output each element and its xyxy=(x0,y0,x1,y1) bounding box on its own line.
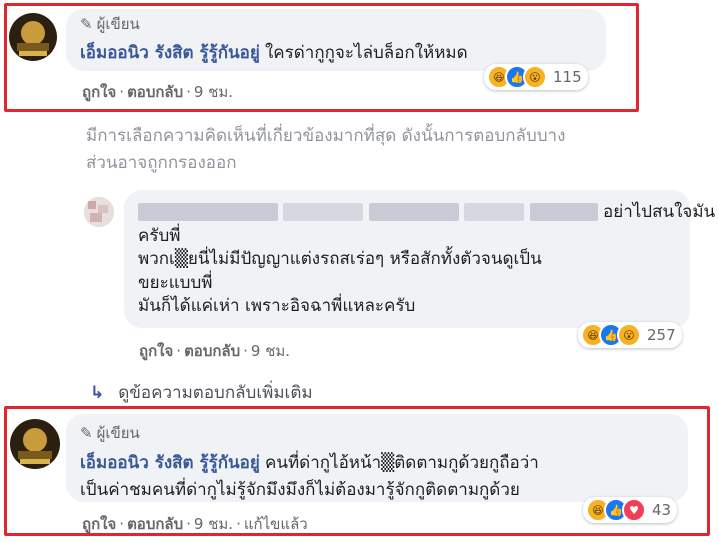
love-icon: ♥ xyxy=(622,498,646,522)
avatar[interactable] xyxy=(9,13,57,61)
reaction-summary[interactable]: 😆 👍 ♥ 43 xyxy=(583,497,678,523)
edited-label[interactable]: แก้ไขแล้ว xyxy=(244,515,308,533)
wow-icon: 😮 xyxy=(617,323,641,347)
like-link[interactable]: ถูกใจ xyxy=(82,83,116,101)
redacted-name xyxy=(138,203,278,221)
timestamp[interactable]: 9 ชม. xyxy=(194,515,233,533)
comment-actions: ถูกใจ · ตอบกลับ · 9 ชม. · แก้ไขแล้ว xyxy=(82,515,308,533)
reaction-summary[interactable]: 😆 👍 😮 257 xyxy=(578,322,682,348)
avatar[interactable] xyxy=(84,197,114,227)
reply-link[interactable]: ตอบกลับ xyxy=(184,342,240,360)
reply-link[interactable]: ตอบกลับ xyxy=(127,83,183,101)
timestamp[interactable]: 9 ชม. xyxy=(251,342,290,360)
author-badge: ✎ ผู้เขียน xyxy=(80,15,140,33)
comment-author[interactable]: เอ็มออนิว รังสิต รู้รู้กันอยู่ xyxy=(80,453,260,473)
reaction-summary[interactable]: 😆 👍 😮 115 xyxy=(484,64,588,90)
comment-text-cont: เป็นค่าชมคนที่ด่ากูไม่รู้จักมึงมึงก็ไม่ต… xyxy=(80,480,520,500)
timestamp[interactable]: 9 ชม. xyxy=(194,83,233,101)
like-link[interactable]: ถูกใจ xyxy=(139,342,173,360)
like-link[interactable]: ถูกใจ xyxy=(82,515,116,533)
reply-actions: ถูกใจ · ตอบกลับ · 9 ชม. xyxy=(139,342,291,360)
reply-arrow-icon: ↳ xyxy=(90,382,105,403)
comment-text: ใครด่ากูกูจะไล่บล็อกให้หมด xyxy=(264,43,468,63)
comment-body: เอ็มออนิว รังสิต รู้รู้กันอยู่ คนที่ด่าก… xyxy=(80,449,539,504)
comment-author[interactable]: เอ็มออนิว รังสิต รู้รู้กันอยู่ xyxy=(80,43,260,63)
reply-body: อย่าไปสนใจมัน ครับพี่ พวกเ▒ยนี่ไม่มีปัญญ… xyxy=(138,202,716,316)
wow-icon: 😮 xyxy=(523,65,547,89)
avatar[interactable] xyxy=(10,419,60,469)
pencil-icon: ✎ xyxy=(80,424,93,442)
pencil-icon: ✎ xyxy=(80,15,93,33)
comment-actions: ถูกใจ · ตอบกลับ · 9 ชม. xyxy=(82,83,234,101)
comment-body: เอ็มออนิว รังสิต รู้รู้กันอยู่ ใครด่ากูก… xyxy=(80,39,468,66)
reply-link[interactable]: ตอบกลับ xyxy=(127,515,183,533)
more-replies-link[interactable]: ↳ ดูข้อความตอบกลับเพิ่มเติม xyxy=(90,379,313,406)
author-badge: ✎ ผู้เขียน xyxy=(80,424,140,442)
filter-notice: มีการเลือกความคิดเห็นที่เกี่ยวข้องมากที่… xyxy=(86,126,566,173)
comment-text: คนที่ด่ากูไอ้หน้า▒ติดตามกูด้วยกูถือว่า xyxy=(264,453,539,473)
